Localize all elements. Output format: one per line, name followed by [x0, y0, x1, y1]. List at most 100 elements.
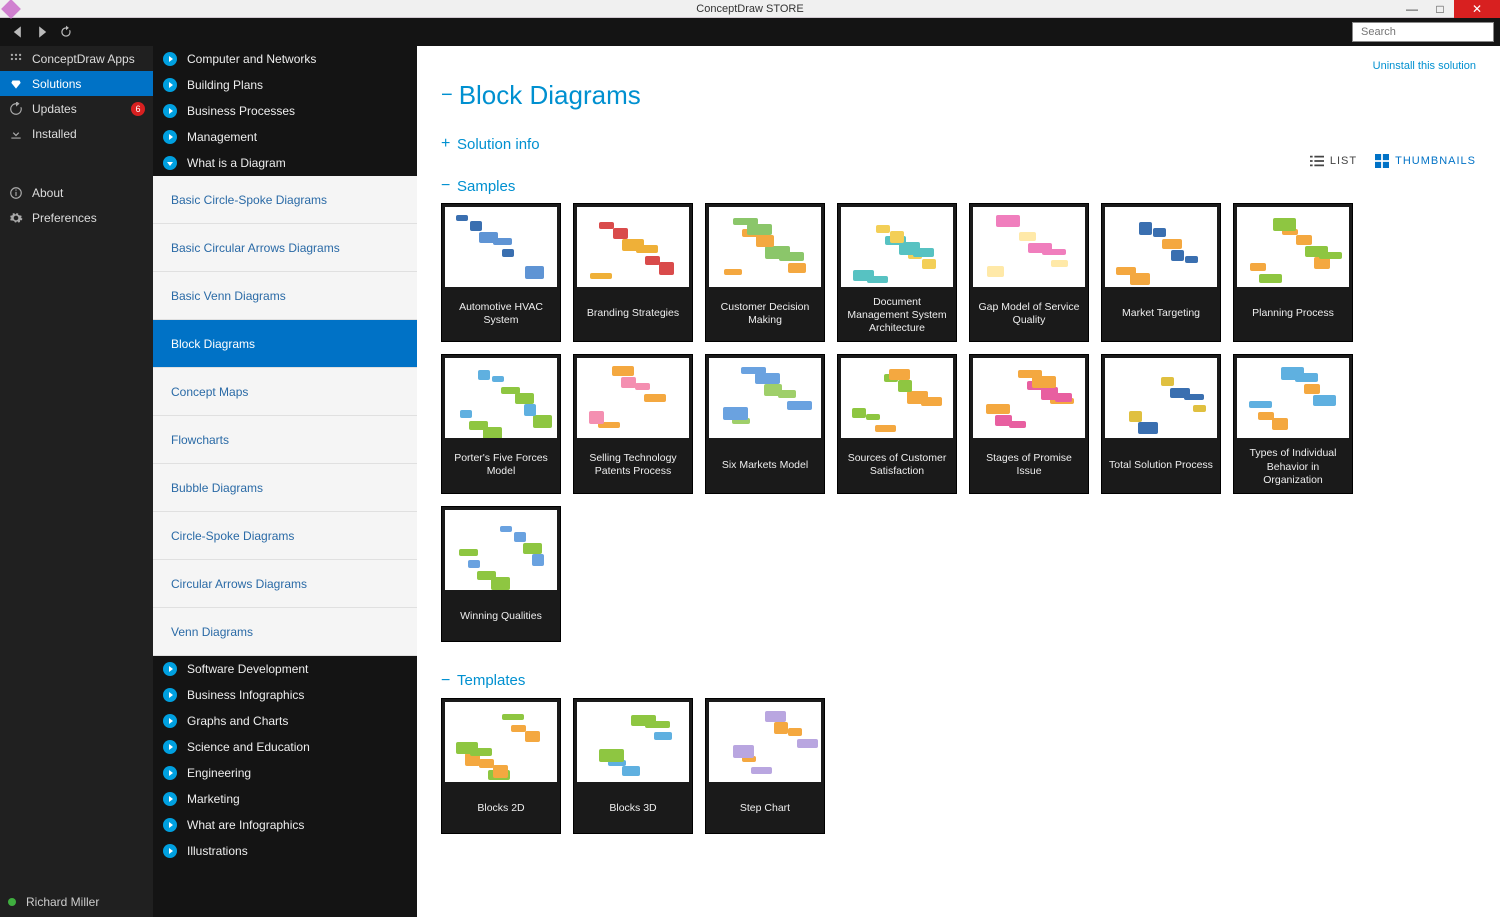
- sidebar-item-updates[interactable]: Updates6: [0, 96, 153, 121]
- expand-arrow-icon: [163, 156, 177, 170]
- nav-forward-button[interactable]: [30, 20, 54, 44]
- view-thumbnails-button[interactable]: THUMBNAILS: [1375, 154, 1476, 168]
- expand-arrow-icon: [163, 688, 177, 702]
- thumbnail-card[interactable]: Customer Decision Making: [705, 203, 825, 342]
- subcategory-item[interactable]: Concept Maps: [153, 368, 417, 416]
- category-item[interactable]: Software Development: [153, 656, 417, 682]
- thumbnail-card[interactable]: Automotive HVAC System: [441, 203, 561, 342]
- nav-refresh-button[interactable]: [54, 20, 78, 44]
- app-icon: [1, 0, 21, 18]
- category-item[interactable]: Marketing: [153, 786, 417, 812]
- user-status[interactable]: Richard Miller: [0, 887, 153, 917]
- sidebar-item-label: Preferences: [32, 211, 97, 225]
- category-label: Building Plans: [187, 78, 263, 92]
- section-samples[interactable]: − Samples: [441, 177, 1476, 195]
- subcategory-item[interactable]: Block Diagrams: [153, 320, 417, 368]
- thumbnail-card[interactable]: Stages of Promise Issue: [969, 354, 1089, 493]
- collapse-page-icon[interactable]: −: [441, 84, 453, 107]
- thumbnail-caption: Six Markets Model: [706, 441, 824, 489]
- search-input[interactable]: [1361, 26, 1500, 38]
- thumbnail-image: [1105, 358, 1217, 438]
- thumbnail-card[interactable]: Planning Process: [1233, 203, 1353, 342]
- category-label: Science and Education: [187, 740, 310, 754]
- section-solution-info[interactable]: + Solution info: [441, 135, 1476, 153]
- thumbnail-card[interactable]: Types of Individual Behavior in Organiza…: [1233, 354, 1353, 493]
- primary-sidebar: ConceptDraw Apps SolutionsUpdates6 Install…: [0, 46, 153, 917]
- thumbnail-image: [445, 702, 557, 782]
- thumbnail-caption: Blocks 3D: [574, 785, 692, 833]
- category-item[interactable]: Illustrations: [153, 838, 417, 864]
- subcategory-item[interactable]: Basic Circle-Spoke Diagrams: [153, 176, 417, 224]
- view-list-button[interactable]: LIST: [1310, 154, 1357, 168]
- category-label: What are Infographics: [187, 818, 304, 832]
- category-item[interactable]: Building Plans: [153, 72, 417, 98]
- expand-arrow-icon: [163, 714, 177, 728]
- thumbnail-card[interactable]: Total Solution Process: [1101, 354, 1221, 493]
- sidebar-item-installed[interactable]: Installed: [0, 121, 153, 146]
- thumbnail-image: [577, 207, 689, 287]
- thumbnail-image: [709, 207, 821, 287]
- thumbnail-card[interactable]: Blocks 2D: [441, 698, 561, 834]
- window-minimize-button[interactable]: —: [1398, 0, 1426, 18]
- thumbnail-card[interactable]: Market Targeting: [1101, 203, 1221, 342]
- thumbnail-card[interactable]: Gap Model of Service Quality: [969, 203, 1089, 342]
- category-item[interactable]: Engineering: [153, 760, 417, 786]
- sidebar-item-solutions[interactable]: Solutions: [0, 71, 153, 96]
- subcategory-label: Circle-Spoke Diagrams: [171, 529, 294, 543]
- subcategory-item[interactable]: Basic Circular Arrows Diagrams: [153, 224, 417, 272]
- subcategory-item[interactable]: Flowcharts: [153, 416, 417, 464]
- thumbnail-card[interactable]: Porter's Five Forces Model: [441, 354, 561, 493]
- uninstall-solution-link[interactable]: Uninstall this solution: [1373, 60, 1476, 72]
- category-item[interactable]: What are Infographics: [153, 812, 417, 838]
- thumbnail-card[interactable]: Selling Technology Patents Process: [573, 354, 693, 493]
- category-item[interactable]: Business Processes: [153, 98, 417, 124]
- thumbnail-image: [841, 358, 953, 438]
- thumbnail-image: [1237, 358, 1349, 438]
- thumbnail-card[interactable]: Branding Strategies: [573, 203, 693, 342]
- subcategory-item[interactable]: Bubble Diagrams: [153, 464, 417, 512]
- search-box[interactable]: [1352, 22, 1494, 42]
- updates-icon: [8, 101, 24, 117]
- category-label: Business Processes: [187, 104, 295, 118]
- category-item[interactable]: Computer and Networks: [153, 46, 417, 72]
- window-maximize-button[interactable]: □: [1426, 0, 1454, 18]
- category-item[interactable]: Business Infographics: [153, 682, 417, 708]
- subcategory-item[interactable]: Circle-Spoke Diagrams: [153, 512, 417, 560]
- nav-back-button[interactable]: [6, 20, 30, 44]
- thumbnail-card[interactable]: Six Markets Model: [705, 354, 825, 493]
- window-close-button[interactable]: ✕: [1454, 0, 1500, 18]
- page-title: Block Diagrams: [459, 80, 641, 111]
- expand-arrow-icon: [163, 766, 177, 780]
- thumbnail-card[interactable]: Winning Qualities: [441, 506, 561, 642]
- thumbnail-image: [709, 358, 821, 438]
- category-label: Computer and Networks: [187, 52, 316, 66]
- thumbnail-card[interactable]: Document Management System Architecture: [837, 203, 957, 342]
- category-item[interactable]: Graphs and Charts: [153, 708, 417, 734]
- sidebar-item-apps[interactable]: ConceptDraw Apps: [0, 46, 153, 71]
- thumbnail-caption: Branding Strategies: [574, 290, 692, 338]
- sidebar-item-label: Installed: [32, 127, 77, 141]
- subcategory-item[interactable]: Venn Diagrams: [153, 608, 417, 656]
- thumbnail-card[interactable]: Step Chart: [705, 698, 825, 834]
- category-label: Management: [187, 130, 257, 144]
- user-name: Richard Miller: [26, 895, 99, 909]
- subcategory-label: Basic Circular Arrows Diagrams: [171, 241, 340, 255]
- category-label: Business Infographics: [187, 688, 304, 702]
- section-templates[interactable]: − Templates: [441, 672, 1476, 690]
- subcategory-item[interactable]: Basic Venn Diagrams: [153, 272, 417, 320]
- thumbnail-image: [1237, 207, 1349, 287]
- thumbnail-image: [577, 358, 689, 438]
- subcategory-item[interactable]: Circular Arrows Diagrams: [153, 560, 417, 608]
- sidebar-item-label: About: [32, 186, 63, 200]
- sidebar-item-about[interactable]: About: [0, 180, 153, 205]
- thumbnail-card[interactable]: Blocks 3D: [573, 698, 693, 834]
- category-item[interactable]: What is a Diagram: [153, 150, 417, 176]
- category-item[interactable]: Science and Education: [153, 734, 417, 760]
- category-item[interactable]: Management: [153, 124, 417, 150]
- thumbnail-caption: Customer Decision Making: [706, 290, 824, 338]
- sidebar-item-label: ConceptDraw Apps: [32, 52, 135, 66]
- sidebar-item-preferences[interactable]: Preferences: [0, 205, 153, 230]
- badge: 6: [131, 102, 145, 116]
- thumbnail-card[interactable]: Sources of Customer Satisfaction: [837, 354, 957, 493]
- thumbnail-image: [445, 207, 557, 287]
